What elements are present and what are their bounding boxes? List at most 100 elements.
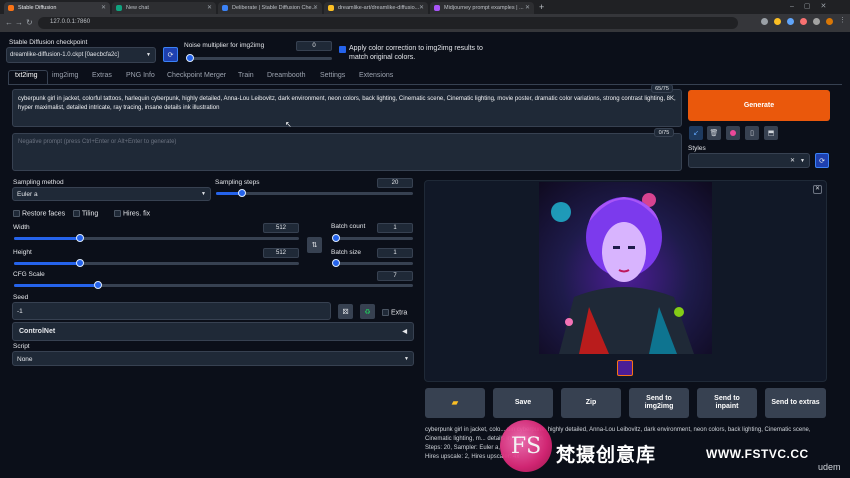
save-button[interactable]: Save (493, 388, 553, 418)
send-to-img2img-button[interactable]: Send to img2img (629, 388, 689, 418)
udemy-watermark: udem (818, 462, 841, 472)
negative-prompt-textarea[interactable]: Negative prompt (press Ctrl+Enter or Alt… (12, 133, 682, 171)
browser-tab[interactable]: Stable Diffusion ✕ (4, 2, 110, 14)
browser-tab[interactable]: Deliberate | Stable Diffusion Che... ✕ (218, 2, 322, 14)
show-extra-networks-button[interactable] (726, 126, 740, 140)
extension-icon[interactable] (800, 18, 807, 25)
share-icon[interactable] (761, 18, 768, 25)
width-slider[interactable] (14, 234, 299, 242)
window-controls[interactable]: –▢✕ (790, 2, 836, 10)
back-icon[interactable]: ← (5, 18, 13, 27)
refresh-checkpoint-button[interactable]: ⟳ (163, 47, 178, 62)
batch-count-slider[interactable] (332, 234, 413, 242)
extra-seed-option[interactable]: Extra (382, 309, 407, 316)
tab-favicon-icon (434, 5, 440, 11)
gallery-thumbnail[interactable] (617, 360, 633, 376)
noise-multiplier-slider[interactable] (186, 54, 332, 62)
swap-dimensions-button[interactable]: ⇅ (307, 237, 322, 253)
recycle-icon: ♻ (364, 308, 371, 316)
checkpoint-select[interactable]: dreamlike-diffusion-1.0.ckpt [0aecbcfa2c… (6, 47, 156, 63)
refresh-icon: ⟳ (167, 51, 174, 59)
menu-icon[interactable]: ⋮ (839, 17, 846, 26)
generate-button[interactable]: Generate (688, 90, 830, 121)
swap-icon: ⇅ (311, 242, 318, 249)
url-field[interactable]: 127.0.0.1:7860 (38, 17, 738, 29)
prompt-token-counter: 65/75 (651, 84, 673, 93)
cfg-scale-input[interactable]: 7 (377, 271, 413, 281)
clear-icon[interactable]: ✕ (790, 157, 795, 164)
restore-faces-option[interactable]: Restore faces (13, 210, 65, 217)
color-correction-checkbox[interactable] (339, 46, 346, 53)
seed-input[interactable]: -1 (12, 302, 331, 320)
save-style-button[interactable]: ⬒ (764, 126, 778, 140)
read-params-button[interactable]: ↙ (689, 126, 703, 140)
styles-select[interactable]: ✕ ▼ (688, 153, 810, 168)
browser-tab[interactable]: Midjourney prompt examples | ... ✕ (430, 2, 534, 14)
hires-fix-checkbox[interactable] (114, 210, 121, 217)
prompt-textarea[interactable]: cyberpunk girl in jacket, colorful tatto… (12, 89, 682, 127)
close-icon[interactable]: ✕ (813, 185, 822, 194)
batch-count-label: Batch count (331, 223, 366, 230)
controlnet-accordion[interactable]: ControlNet ◀ (12, 322, 414, 341)
extension-icon[interactable] (787, 18, 794, 25)
batch-size-input[interactable]: 1 (377, 248, 413, 258)
noise-multiplier-label: Noise multiplier for img2img (184, 42, 265, 49)
tab-png-info[interactable]: PNG Info (126, 72, 155, 79)
browser-tab[interactable]: dreamlike-art/dreamlike-diffusio... ✕ (324, 2, 428, 14)
extra-seed-checkbox[interactable] (382, 309, 389, 316)
seed-label: Seed (13, 294, 29, 301)
script-select[interactable]: None ▼ (12, 351, 414, 366)
tab-img2img[interactable]: img2img (52, 72, 78, 79)
close-tab-icon[interactable]: ✕ (207, 4, 212, 11)
height-slider[interactable] (14, 259, 299, 267)
avatar[interactable] (826, 18, 833, 25)
sampling-method-select[interactable]: Euler a ▼ (12, 187, 211, 201)
cfg-scale-slider[interactable] (14, 281, 413, 289)
clear-prompt-button[interactable]: 🗑 (707, 126, 721, 140)
extra-networks-icon (730, 130, 736, 136)
arrow-icon: ↙ (693, 130, 699, 137)
tiling-option[interactable]: Tiling (73, 210, 98, 217)
noise-multiplier-input[interactable]: 0 (296, 41, 332, 51)
reload-icon[interactable]: ↻ (26, 18, 33, 27)
send-to-inpaint-button[interactable]: Send to inpaint (697, 388, 757, 418)
browser-tab[interactable]: New chat ✕ (112, 2, 216, 14)
tab-divider (8, 84, 842, 85)
forward-icon[interactable]: → (15, 18, 23, 27)
tab-extensions[interactable]: Extensions (359, 72, 393, 79)
restore-faces-checkbox[interactable] (13, 210, 20, 217)
close-tab-icon[interactable]: ✕ (313, 4, 318, 11)
tab-settings[interactable]: Settings (320, 72, 345, 79)
hires-fix-option[interactable]: Hires. fix (114, 210, 150, 217)
sampling-steps-slider[interactable] (216, 189, 413, 197)
refresh-styles-button[interactable]: ⟳ (815, 153, 829, 168)
close-tab-icon[interactable]: ✕ (525, 4, 530, 11)
tab-dreambooth[interactable]: Dreambooth (267, 72, 306, 79)
batch-size-slider[interactable] (332, 259, 413, 267)
zip-button[interactable]: Zip (561, 388, 621, 418)
apply-style-button[interactable]: ▯ (745, 126, 759, 140)
tab-txt2img[interactable]: txt2img (15, 72, 38, 79)
open-folder-button[interactable]: ▰ (425, 388, 485, 418)
tab-favicon-icon (328, 5, 334, 11)
tab-train[interactable]: Train (238, 72, 254, 79)
tiling-checkbox[interactable] (73, 210, 80, 217)
send-to-extras-button[interactable]: Send to extras (765, 388, 826, 418)
width-input[interactable]: 512 (263, 223, 299, 233)
close-tab-icon[interactable]: ✕ (101, 4, 106, 11)
height-input[interactable]: 512 (263, 248, 299, 258)
reuse-seed-button[interactable]: ♻ (360, 304, 375, 319)
checkpoint-label: Stable Diffusion checkpoint (9, 39, 88, 46)
random-seed-button[interactable]: ⚄ (338, 304, 353, 319)
bookmark-icon[interactable] (774, 18, 781, 25)
tab-checkpoint-merger[interactable]: Checkpoint Merger (167, 72, 226, 79)
close-tab-icon[interactable]: ✕ (419, 4, 424, 11)
tab-extras[interactable]: Extras (92, 72, 112, 79)
puzzle-icon[interactable] (813, 18, 820, 25)
generated-image[interactable] (539, 182, 712, 354)
browser-extensions: ⋮ (746, 17, 846, 28)
sampling-steps-input[interactable]: 20 (377, 178, 413, 188)
new-tab-button[interactable]: + (539, 2, 544, 12)
chevron-down-icon: ▼ (146, 52, 151, 58)
batch-count-input[interactable]: 1 (377, 223, 413, 233)
